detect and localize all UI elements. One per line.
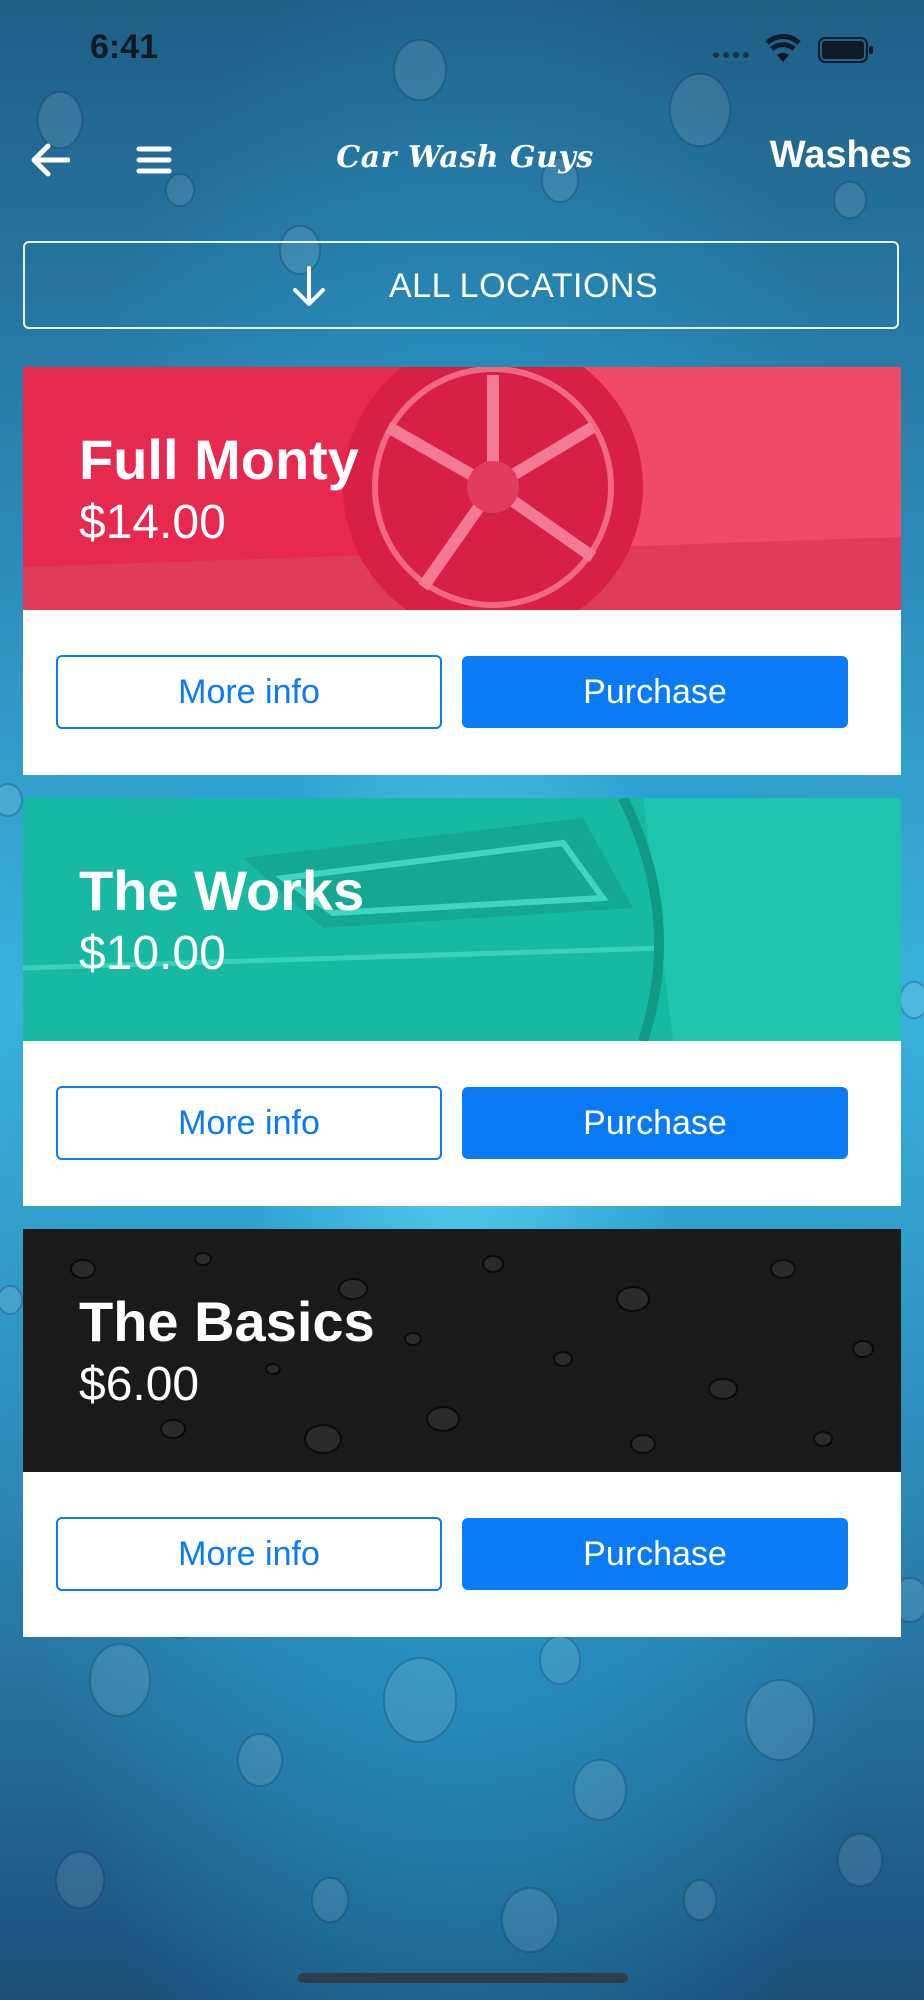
home-indicator[interactable] xyxy=(298,1973,628,1983)
battery-icon xyxy=(818,37,873,63)
back-button[interactable] xyxy=(26,136,74,184)
wash-card: The Basics $6.00 More info Purchase xyxy=(23,1229,901,1637)
status-bar: 6:41 xyxy=(0,0,924,100)
purchase-button[interactable]: Purchase xyxy=(462,1087,848,1159)
more-info-button[interactable]: More info xyxy=(56,655,442,729)
wash-price: $10.00 xyxy=(79,927,226,980)
more-info-button[interactable]: More info xyxy=(56,1086,442,1160)
wash-price: $6.00 xyxy=(79,1358,200,1411)
brand-logo: Car Wash Guys xyxy=(336,140,594,175)
wash-card: The Works $10.00 More info Purchase xyxy=(23,798,901,1206)
wash-banner: The Works $10.00 xyxy=(23,798,901,1041)
location-selector[interactable]: ALL LOCATIONS xyxy=(23,241,899,329)
wash-price: $14.00 xyxy=(79,496,226,549)
purchase-button[interactable]: Purchase xyxy=(462,656,848,728)
wash-name: Full Monty xyxy=(79,428,359,491)
wash-banner: Full Monty $14.00 xyxy=(23,367,901,610)
wash-banner: The Basics $6.00 xyxy=(23,1229,901,1472)
hamburger-menu-icon xyxy=(136,146,172,174)
cellular-signal-icon xyxy=(713,52,749,58)
wifi-icon xyxy=(765,34,801,62)
status-time: 6:41 xyxy=(90,28,159,66)
wash-name: The Works xyxy=(79,859,365,922)
arrow-down-icon xyxy=(293,266,325,306)
page-title: Washes xyxy=(769,134,912,176)
purchase-button[interactable]: Purchase xyxy=(462,1518,848,1590)
location-selector-label: ALL LOCATIONS xyxy=(389,267,659,305)
menu-button[interactable] xyxy=(130,136,178,184)
more-info-button[interactable]: More info xyxy=(56,1517,442,1591)
wash-name: The Basics xyxy=(79,1290,375,1353)
arrow-left-icon xyxy=(31,143,70,177)
wash-card: Full Monty $14.00 More info Purchase xyxy=(23,367,901,775)
